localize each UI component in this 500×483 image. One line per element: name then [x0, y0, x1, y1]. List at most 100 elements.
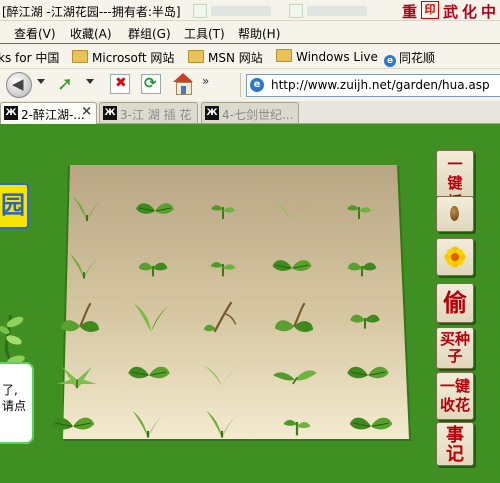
plot-sprout-v[interactable]: [64, 250, 104, 280]
tip-line[interactable]: 请点: [2, 398, 26, 414]
action-label: 一键收花: [439, 377, 470, 414]
plot-star-leaf[interactable]: [57, 357, 97, 389]
back-button[interactable]: ◀: [6, 72, 32, 98]
folder-icon: [188, 50, 204, 63]
fav-links-china[interactable]: ks for 中国: [0, 49, 59, 66]
sprout-v-icon: [132, 410, 166, 438]
tab-zuijianghu[interactable]: Ж 2-醉江湖-... ×: [0, 102, 97, 124]
seal-icon: 印: [421, 1, 440, 19]
plot-leaf-pair[interactable]: [349, 408, 393, 438]
leaf-pair-icon: [51, 417, 95, 430]
fav-microsoft[interactable]: Microsoft 网站: [72, 49, 174, 66]
site-logo-icon: Ж: [4, 106, 18, 120]
toolbar-overflow-chevron[interactable]: »: [202, 74, 209, 88]
plot-vine-stick[interactable]: [203, 301, 243, 333]
fav-label: ks for 中国: [0, 51, 60, 65]
arrow-left-icon: ◀: [12, 75, 24, 93]
back-history-dropdown[interactable]: [37, 79, 45, 84]
plot-vine-leaf[interactable]: [274, 302, 314, 332]
title-bar: [醉江湖 -江湖花园---拥有者:半岛] 重印武化中: [0, 0, 500, 21]
fav-windows-live[interactable]: Windows Live: [276, 49, 378, 64]
brand-char: 化: [462, 3, 478, 21]
plot-leaf-pair[interactable]: [128, 357, 170, 387]
plot-sprout-v[interactable]: [128, 408, 168, 438]
leaf-pair-icon: [347, 366, 389, 379]
menu-groups[interactable]: 群组(G): [128, 25, 171, 42]
plot-thin-v[interactable]: [202, 357, 242, 387]
menu-view[interactable]: 查看(V): [14, 25, 56, 42]
plot-sprout-v[interactable]: [67, 193, 107, 223]
plot-tiny-sprout[interactable]: [203, 250, 243, 280]
seed-button[interactable]: [436, 196, 474, 232]
forward-button[interactable]: ➚: [55, 73, 79, 97]
window-title: [醉江湖 -江湖花园---拥有者:半岛]: [2, 5, 181, 19]
tip-panel: 了, 请点: [0, 362, 34, 444]
address-bar[interactable]: e http://www.zuijh.net/garden/hua.asp: [246, 74, 500, 97]
refresh-button[interactable]: ⟳: [141, 74, 161, 94]
home-button[interactable]: [172, 73, 194, 95]
plot-spread-leaf[interactable]: [273, 357, 317, 387]
refresh-icon: ⟳: [144, 74, 157, 92]
fav-label: MSN 网站: [208, 51, 263, 65]
plot-thin-v[interactable]: [271, 193, 311, 223]
tiny-sprout-icon: [211, 205, 235, 219]
leaf-pair-icon: [136, 203, 174, 214]
plot-small-sprout[interactable]: [133, 250, 173, 280]
plot-leaf-pair[interactable]: [347, 357, 389, 387]
plot-leaf-pair[interactable]: [51, 408, 95, 438]
tip-line: 了,: [2, 383, 18, 397]
fav-tonghuashun[interactable]: e 同花顺: [384, 49, 435, 67]
brand-banner: 重印武化中: [402, 1, 500, 21]
vine-stick-icon: [203, 301, 237, 333]
tab-qijian-shiji[interactable]: Ж 4-七剑世纪...: [201, 102, 299, 123]
tiny-sprout-icon: [283, 419, 311, 436]
tab-label: 2-醉江湖-...: [21, 108, 85, 122]
fav-msn[interactable]: MSN 网站: [188, 49, 263, 66]
small-sprout-icon: [138, 262, 168, 277]
menu-help[interactable]: 帮助(H): [238, 25, 280, 42]
tab-jianghu-chahua[interactable]: Ж 3-江 湖 插 花: [99, 102, 198, 123]
vine-leaf-icon: [274, 302, 314, 332]
tiny-sprout-icon: [347, 205, 371, 219]
plot-sprout-v[interactable]: [202, 408, 242, 438]
garden-badge[interactable]: 园: [0, 183, 29, 229]
plot-vine-leaf[interactable]: [60, 302, 100, 332]
plant-all-button[interactable]: 一键播种: [436, 150, 474, 230]
sprout-v-icon: [206, 410, 240, 438]
plot-tiny-sprout[interactable]: [277, 408, 317, 438]
plot-leaf-pair[interactable]: [135, 193, 175, 223]
plot-leaf-pair[interactable]: [272, 250, 312, 280]
plot-small-sprout[interactable]: [345, 302, 385, 332]
thin-v-icon: [274, 199, 309, 221]
action-label: 买种子: [439, 330, 470, 365]
close-icon[interactable]: ×: [81, 104, 92, 119]
plot-tiny-sprout[interactable]: [203, 193, 243, 223]
toolbar-separator: [240, 73, 241, 97]
plot-tiny-sprout[interactable]: [339, 193, 379, 223]
flower-button[interactable]: [436, 238, 474, 276]
forward-history-dropdown[interactable]: [86, 79, 94, 84]
plot-small-sprout[interactable]: [342, 250, 382, 280]
steal-button[interactable]: 偷: [436, 283, 474, 323]
ghost-bar: [307, 6, 367, 16]
leaf-pair-icon: [272, 260, 312, 271]
menu-bar: 查看(V) 收藏(A) 群组(G) 工具(T) 帮助(H): [0, 21, 500, 43]
star-leaf-icon: [57, 366, 97, 389]
ghost-icon: [193, 4, 207, 18]
ie-page-icon: e: [250, 78, 264, 92]
flower-icon: [444, 246, 466, 268]
tip-text: 了, 请点: [2, 382, 26, 414]
small-sprout-icon: [347, 262, 377, 277]
plot-sprout-v-big[interactable]: [131, 302, 171, 332]
menu-favorites[interactable]: 收藏(A): [70, 25, 112, 42]
folder-icon: [72, 50, 88, 63]
event-log-button[interactable]: 事记: [436, 422, 474, 466]
stop-button[interactable]: ✖: [110, 74, 130, 94]
address-text[interactable]: http://www.zuijh.net/garden/hua.asp: [271, 78, 490, 92]
buy-seeds-button[interactable]: 买种子: [436, 327, 474, 369]
menu-tools[interactable]: 工具(T): [184, 25, 225, 42]
sprout-v-icon: [73, 197, 103, 221]
tiny-sprout-icon: [210, 262, 236, 277]
harvest-all-button[interactable]: 一键收花: [436, 372, 474, 420]
sprout-v-icon: [69, 253, 101, 279]
